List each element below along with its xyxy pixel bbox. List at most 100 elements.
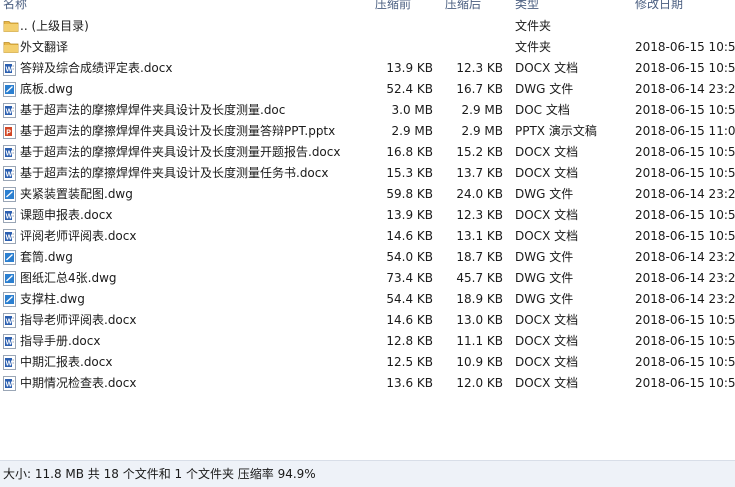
file-compressed-size: 10.9 KB xyxy=(456,355,503,369)
file-row[interactable]: 支撑柱.dwg 54.4 KB 18.9 KB DWG 文件 2018-06-14 23… xyxy=(0,289,735,310)
file-row[interactable]: W 指导手册.docx 12.8 KB 11.1 KB DOCX 文档 2018-06-1… xyxy=(0,331,735,352)
word-document-icon: W xyxy=(3,355,16,370)
file-size: 54.0 KB xyxy=(386,250,433,264)
file-row[interactable]: 图纸汇总4张.dwg 73.4 KB 45.7 KB DWG 文件 2018-06-14… xyxy=(0,268,735,289)
column-header-name[interactable]: 名称 xyxy=(3,0,27,10)
svg-text:W: W xyxy=(6,214,13,221)
file-type: 文件夹 xyxy=(515,40,552,54)
file-name: 指导手册.docx xyxy=(20,334,101,348)
file-name: 指导老师评阅表.docx xyxy=(20,313,137,327)
file-name: 评阅老师评阅表.docx xyxy=(20,229,137,243)
file-name: 中期情况检查表.docx xyxy=(20,376,137,390)
file-name: 基于超声法的摩擦焊焊件夹具设计及长度测量答辩PPT.pptx xyxy=(20,124,336,138)
file-compressed-size: 12.3 KB xyxy=(456,61,503,75)
file-type: DWG 文件 xyxy=(515,187,574,201)
column-header-modified[interactable]: 修改日期 xyxy=(635,0,683,10)
file-name: 支撑柱.dwg xyxy=(20,292,85,306)
svg-text:W: W xyxy=(6,235,13,242)
file-compressed-size: 13.7 KB xyxy=(456,166,503,180)
file-size: 52.4 KB xyxy=(386,82,433,96)
svg-text:P: P xyxy=(6,130,11,137)
file-type: DOCX 文档 xyxy=(515,166,579,180)
word-document-icon: W xyxy=(3,376,16,391)
file-modified-date: 2018-06-15 11:01 xyxy=(635,124,735,138)
file-size: 54.4 KB xyxy=(386,292,433,306)
status-text: 大小: 11.8 MB 共 18 个文件和 1 个文件夹 压缩率 94.9% xyxy=(3,467,316,481)
file-row[interactable]: W 中期汇报表.docx 12.5 KB 10.9 KB DOCX 文档 2018-06-… xyxy=(0,352,735,373)
dwg-file-icon xyxy=(3,250,16,265)
column-header-compressed[interactable]: 压缩后 xyxy=(445,0,481,10)
column-header: 名称 压缩前 压缩后 类型 修改日期 xyxy=(0,0,735,14)
file-size: 13.9 KB xyxy=(386,61,433,75)
file-size: 59.8 KB xyxy=(386,187,433,201)
file-name: 套筒.dwg xyxy=(20,250,73,264)
file-row[interactable]: W 基于超声法的摩擦焊焊件夹具设计及长度测量任务书.docx 15.3 KB 13.7… xyxy=(0,163,735,184)
file-compressed-size: 45.7 KB xyxy=(456,271,503,285)
file-modified-date: 2018-06-15 10:52 xyxy=(635,376,735,390)
svg-text:W: W xyxy=(6,361,13,368)
file-size: 12.5 KB xyxy=(386,355,433,369)
file-compressed-size: 12.0 KB xyxy=(456,376,503,390)
file-modified-date: 2018-06-15 10:58 xyxy=(635,103,735,117)
file-name: 基于超声法的摩擦焊焊件夹具设计及长度测量.doc xyxy=(20,103,286,117)
file-type: DWG 文件 xyxy=(515,271,574,285)
file-size: 13.9 KB xyxy=(386,208,433,222)
column-header-size[interactable]: 压缩前 xyxy=(375,0,411,10)
file-compressed-size: 2.9 MB xyxy=(461,103,503,117)
file-type: PPTX 演示文稿 xyxy=(515,124,597,138)
file-row[interactable]: W 指导老师评阅表.docx 14.6 KB 13.0 KB DOCX 文档 2018-0… xyxy=(0,310,735,331)
file-row[interactable]: W 评阅老师评阅表.docx 14.6 KB 13.1 KB DOCX 文档 2018-0… xyxy=(0,226,735,247)
file-size: 12.8 KB xyxy=(386,334,433,348)
status-bar: 大小: 11.8 MB 共 18 个文件和 1 个文件夹 压缩率 94.9% xyxy=(0,460,735,487)
file-compressed-size: 18.7 KB xyxy=(456,250,503,264)
file-modified-date: 2018-06-14 23:28 xyxy=(635,250,735,264)
file-size: 13.6 KB xyxy=(386,376,433,390)
file-name: 答辩及综合成绩评定表.docx xyxy=(20,61,173,75)
file-compressed-size: 16.7 KB xyxy=(456,82,503,96)
svg-text:W: W xyxy=(6,67,13,74)
word-document-icon: W xyxy=(3,313,16,328)
dwg-file-icon xyxy=(3,292,16,307)
file-row[interactable]: 外文翻译 文件夹 2018-06-15 10:56 xyxy=(0,37,735,58)
file-name: 外文翻译 xyxy=(20,40,69,54)
file-type: DWG 文件 xyxy=(515,292,574,306)
file-compressed-size: 13.0 KB xyxy=(456,313,503,327)
file-row[interactable]: 底板.dwg 52.4 KB 16.7 KB DWG 文件 2018-06-14 23:… xyxy=(0,79,735,100)
file-row[interactable]: W 答辩及综合成绩评定表.docx 13.9 KB 12.3 KB DOCX 文档 201… xyxy=(0,58,735,79)
file-row[interactable]: 套筒.dwg 54.0 KB 18.7 KB DWG 文件 2018-06-14 23:… xyxy=(0,247,735,268)
file-modified-date: 2018-06-14 23:28 xyxy=(635,82,735,96)
svg-text:W: W xyxy=(6,340,13,347)
file-row[interactable]: W 基于超声法的摩擦焊焊件夹具设计及长度测量.doc 3.0 MB 2.9 MB DOC… xyxy=(0,100,735,121)
file-name: 基于超声法的摩擦焊焊件夹具设计及长度测量任务书.docx xyxy=(20,166,329,180)
word-document-icon: W xyxy=(3,334,16,349)
file-type: DOCX 文档 xyxy=(515,334,579,348)
file-compressed-size: 13.1 KB xyxy=(456,229,503,243)
file-modified-date: 2018-06-14 23:28 xyxy=(635,292,735,306)
file-row[interactable]: 夹紧装置装配图.dwg 59.8 KB 24.0 KB DWG 文件 2018-06-1… xyxy=(0,184,735,205)
file-row[interactable]: W 课题申报表.docx 13.9 KB 12.3 KB DOCX 文档 2018-06-… xyxy=(0,205,735,226)
dwg-file-icon xyxy=(3,82,16,97)
file-name: 底板.dwg xyxy=(20,82,73,96)
word-document-icon: W xyxy=(3,61,16,76)
file-compressed-size: 2.9 MB xyxy=(461,124,503,138)
file-name: 基于超声法的摩擦焊焊件夹具设计及长度测量开题报告.docx xyxy=(20,145,341,159)
dwg-file-icon xyxy=(3,271,16,286)
file-compressed-size: 12.3 KB xyxy=(456,208,503,222)
column-header-type[interactable]: 类型 xyxy=(515,0,539,10)
file-modified-date: 2018-06-15 10:54 xyxy=(635,61,735,75)
file-modified-date: 2018-06-15 10:53 xyxy=(635,334,735,348)
file-size: 14.6 KB xyxy=(386,313,433,327)
file-name: .. (上级目录) xyxy=(20,19,89,33)
file-row[interactable]: P 基于超声法的摩擦焊焊件夹具设计及长度测量答辩PPT.pptx 2.9 MB 2.9… xyxy=(0,121,735,142)
file-list: .. (上级目录) 文件夹 外文翻译 文件夹 2018-06-15 10:56 W 答辩及综… xyxy=(0,16,735,394)
powerpoint-icon: P xyxy=(3,124,16,139)
file-row[interactable]: W 基于超声法的摩擦焊焊件夹具设计及长度测量开题报告.docx 16.8 KB 15.… xyxy=(0,142,735,163)
file-size: 3.0 MB xyxy=(391,103,433,117)
word-document-icon: W xyxy=(3,208,16,223)
file-row[interactable]: W 中期情况检查表.docx 13.6 KB 12.0 KB DOCX 文档 2018-0… xyxy=(0,373,735,394)
file-type: DOCX 文档 xyxy=(515,61,579,75)
file-type: DOCX 文档 xyxy=(515,376,579,390)
file-row[interactable]: .. (上级目录) 文件夹 xyxy=(0,16,735,37)
file-name: 夹紧装置装配图.dwg xyxy=(20,187,133,201)
folder-icon xyxy=(3,40,19,55)
